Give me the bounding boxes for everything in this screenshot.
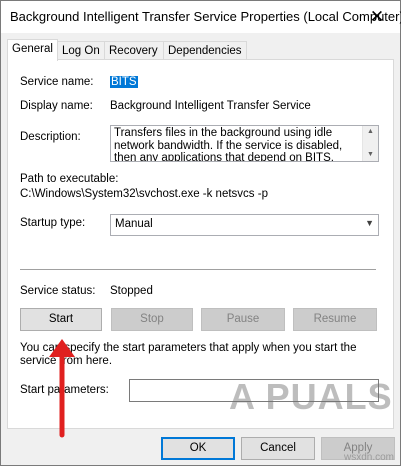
service-name-value[interactable]: BITS (110, 76, 138, 88)
divider (20, 269, 376, 270)
cancel-button[interactable]: Cancel (241, 437, 315, 460)
tab-general[interactable]: General (7, 39, 58, 61)
description-scrollbar[interactable]: ▲ ▼ (362, 126, 378, 161)
title-bar[interactable]: Background Intelligent Transfer Service … (1, 1, 401, 33)
scroll-down-icon[interactable]: ▼ (363, 149, 378, 161)
pause-button[interactable]: Pause (201, 308, 285, 331)
tab-dependencies[interactable]: Dependencies (163, 41, 247, 60)
resume-button[interactable]: Resume (293, 308, 377, 331)
description-box[interactable]: Transfers files in the background using … (110, 125, 379, 162)
properties-dialog: Background Intelligent Transfer Service … (0, 0, 401, 466)
description-label: Description: (20, 131, 81, 143)
ok-button[interactable]: OK (161, 437, 235, 460)
startup-type-label: Startup type: (20, 217, 86, 229)
service-status-value: Stopped (110, 285, 153, 297)
chevron-down-icon[interactable]: ▼ (365, 218, 374, 228)
start-button[interactable]: Start (20, 308, 102, 331)
startup-type-select[interactable]: Manual ▼ (110, 214, 379, 236)
startup-type-value: Manual (115, 218, 153, 230)
window-title: Background Intelligent Transfer Service … (10, 9, 401, 24)
tab-log-on[interactable]: Log On (57, 41, 109, 60)
scroll-up-icon[interactable]: ▲ (363, 126, 378, 138)
watermark-site: wsxdn.com (343, 452, 394, 463)
description-text: Transfers files in the background using … (114, 127, 343, 162)
display-name-label: Display name: (20, 100, 93, 112)
display-name-value[interactable]: Background Intelligent Transfer Service (110, 100, 311, 112)
service-name-label: Service name: (20, 76, 94, 88)
stop-button[interactable]: Stop (111, 308, 193, 331)
red-arrow-annotation (49, 339, 75, 438)
close-icon[interactable]: ✕ (364, 6, 390, 28)
watermark-logo: A PUALS (229, 376, 393, 417)
path-value[interactable]: C:\Windows\System32\svchost.exe -k netsv… (20, 188, 268, 200)
service-status-label: Service status: (20, 285, 96, 297)
path-label: Path to executable: (20, 173, 119, 185)
tab-recovery[interactable]: Recovery (104, 41, 166, 60)
